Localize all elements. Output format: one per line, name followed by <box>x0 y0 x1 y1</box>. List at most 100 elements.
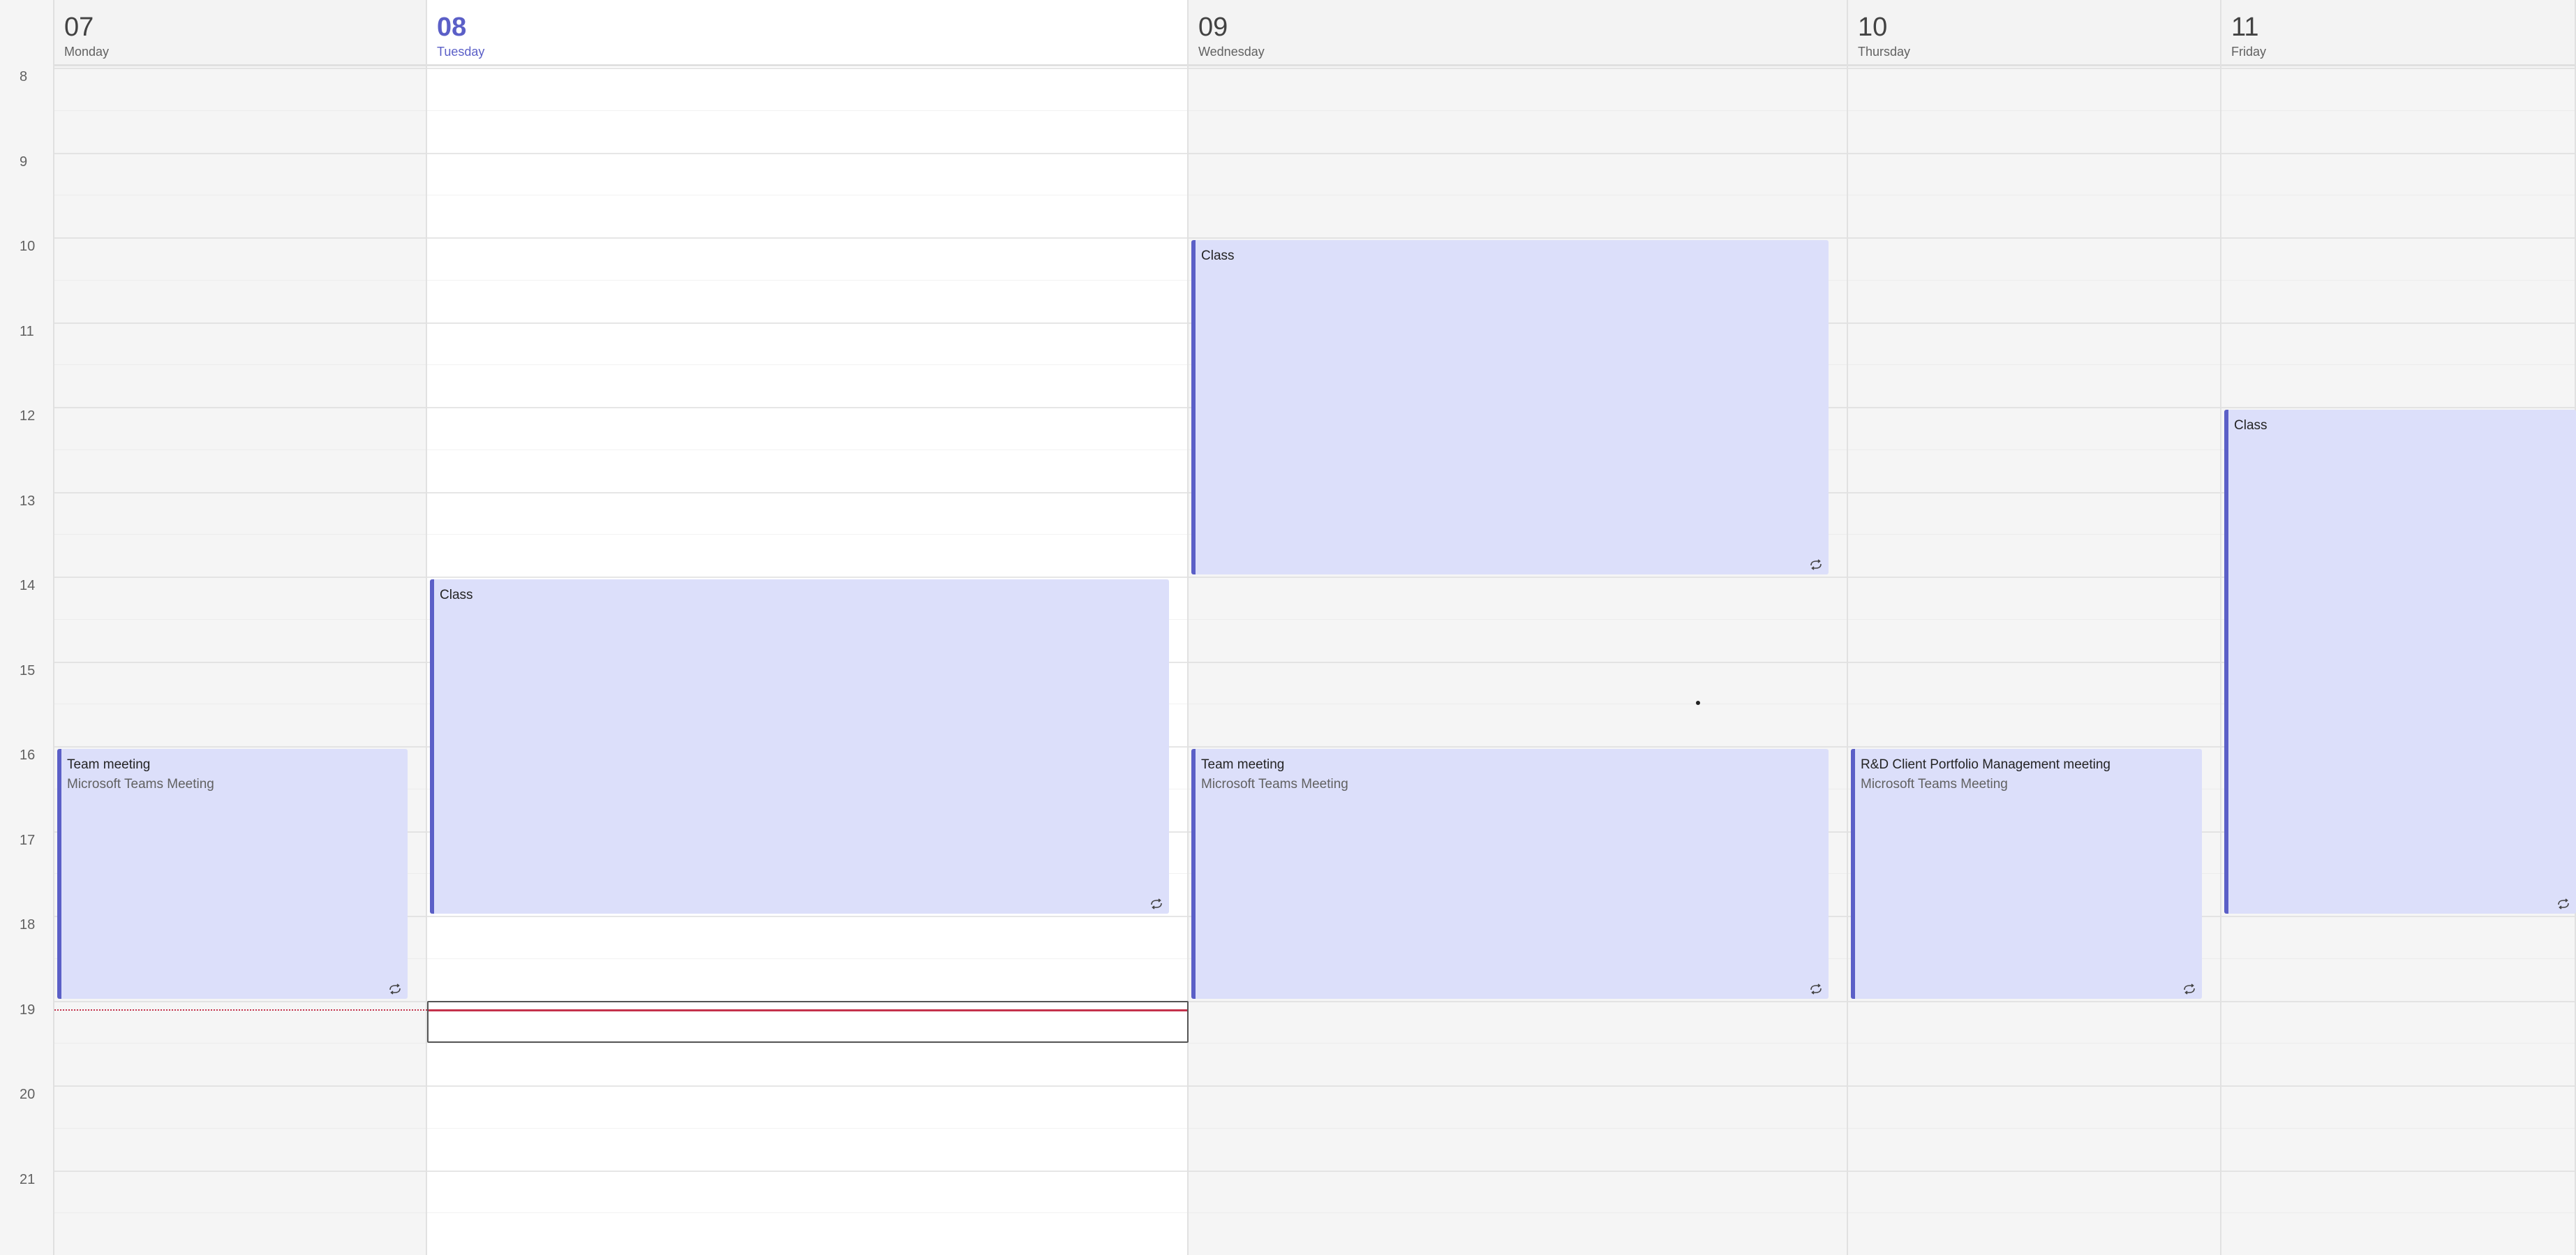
recurring-icon <box>2184 983 2195 995</box>
day-number: 10 <box>1858 13 1888 42</box>
event-title: Team meeting <box>67 757 151 772</box>
half-hour-gridline <box>54 364 426 366</box>
hour-label: 20 <box>20 1087 36 1102</box>
half-hour-gridline <box>1848 1212 2220 1214</box>
half-hour-gridline <box>1848 1043 2220 1044</box>
hour-gridline <box>54 661 426 663</box>
day-header[interactable]: 08 Tuesday <box>427 0 1187 66</box>
day-column-monday[interactable]: 07 Monday Team meeting Microsoft Teams Meet… <box>54 0 427 1255</box>
hour-label: 15 <box>20 662 36 678</box>
day-header[interactable]: 11 Friday <box>2221 0 2575 66</box>
half-hour-gridline <box>1189 618 1847 620</box>
event-title: R&D Client Portfolio Management meeting <box>1861 757 2111 772</box>
hour-gridline <box>1848 237 2220 239</box>
day-header[interactable]: 10 Thursday <box>1848 0 2220 66</box>
day-number: 07 <box>64 13 94 42</box>
hour-label: 11 <box>20 323 34 339</box>
hour-gridline <box>1189 577 1847 578</box>
day-name: Tuesday <box>437 45 485 59</box>
hour-gridline <box>2221 322 2575 324</box>
hour-gridline <box>1848 577 2220 578</box>
day-column-thursday[interactable]: 10 Thursday R&D Client Portfolio Managemen… <box>1848 0 2221 1255</box>
half-hour-gridline <box>427 1043 1187 1044</box>
half-hour-gridline <box>54 618 426 620</box>
hour-gridline <box>1848 322 2220 324</box>
half-hour-gridline <box>1189 1043 1847 1044</box>
hour-gridline <box>1189 68 1847 69</box>
half-hour-gridline <box>2221 1043 2575 1044</box>
half-hour-gridline <box>2221 958 2575 959</box>
half-hour-gridline <box>1848 534 2220 535</box>
calendar-event[interactable]: Team meeting Microsoft Teams Meeting <box>1191 749 1829 999</box>
hour-label: 19 <box>20 1002 36 1018</box>
hour-label: 9 <box>20 154 28 170</box>
event-subtitle: Microsoft Teams Meeting <box>67 777 214 792</box>
hour-gridline <box>1848 1170 2220 1172</box>
hour-gridline <box>1189 746 1847 748</box>
hour-label: 18 <box>20 917 36 933</box>
hour-gridline <box>1848 1085 2220 1087</box>
hour-label: 21 <box>20 1171 36 1187</box>
calendar-event[interactable]: Team meeting Microsoft Teams Meeting <box>57 749 408 999</box>
day-column-tuesday[interactable]: 08 Tuesday Class <box>427 0 1189 1255</box>
calendar-event[interactable]: Class <box>430 579 1169 914</box>
half-hour-gridline <box>2221 1127 2575 1129</box>
half-hour-gridline <box>1848 364 2220 366</box>
hour-label: 10 <box>20 239 36 254</box>
hour-label: 14 <box>20 578 36 593</box>
half-hour-gridline <box>54 534 426 535</box>
hour-gridline <box>1848 407 2220 408</box>
hour-gridline <box>54 1000 426 1002</box>
half-hour-gridline <box>1189 1127 1847 1129</box>
hour-gridline <box>54 68 426 69</box>
calendar-event[interactable]: R&D Client Portfolio Management meeting M… <box>1851 749 2202 999</box>
hour-gridline <box>427 916 1187 917</box>
half-hour-gridline <box>54 1127 426 1129</box>
hour-gridline <box>54 237 426 239</box>
selected-time-slot[interactable] <box>427 1000 1189 1044</box>
hour-gridline <box>427 491 1187 493</box>
hour-gridline <box>427 577 1187 578</box>
hour-gridline <box>1848 68 2220 69</box>
half-hour-gridline <box>427 958 1187 959</box>
hour-gridline <box>2221 916 2575 917</box>
half-hour-gridline <box>2221 1212 2575 1214</box>
day-number: 09 <box>1198 13 1228 42</box>
calendar-event[interactable]: Class <box>1191 240 1829 574</box>
hour-label: 13 <box>20 493 36 509</box>
hour-gridline <box>2221 152 2575 154</box>
recurring-icon <box>1810 559 1822 570</box>
hour-gridline <box>1189 661 1847 663</box>
hour-gridline <box>54 322 426 324</box>
day-header[interactable]: 07 Monday <box>54 0 426 66</box>
hour-gridline <box>1848 661 2220 663</box>
hour-gridline <box>1848 491 2220 493</box>
day-header[interactable]: 09 Wednesday <box>1189 0 1847 66</box>
calendar-week-view: 8 9 10 11 12 13 14 15 16 17 18 19 20 21 07 Monday Team … <box>0 0 2576 1255</box>
hour-gridline <box>2221 237 2575 239</box>
hour-gridline <box>427 237 1187 239</box>
half-hour-gridline <box>54 279 426 281</box>
day-column-friday[interactable]: 11 Friday Class <box>2221 0 2576 1255</box>
day-column-wednesday[interactable]: 09 Wednesday Class Team meeting Microsoft Te… <box>1189 0 1848 1255</box>
hour-label: 12 <box>20 408 36 424</box>
event-subtitle: Microsoft Teams Meeting <box>1201 777 1348 792</box>
hour-label: 17 <box>20 832 36 848</box>
half-hour-gridline <box>427 534 1187 535</box>
half-hour-gridline <box>1848 279 2220 281</box>
half-hour-gridline <box>2221 279 2575 281</box>
hour-gridline <box>54 1170 426 1172</box>
hour-gridline <box>54 746 426 748</box>
calendar-event[interactable]: Class <box>2224 410 2576 914</box>
event-title: Class <box>440 588 473 602</box>
half-hour-gridline <box>427 1127 1187 1129</box>
hour-gridline <box>1848 746 2220 748</box>
hour-gridline <box>1189 1170 1847 1172</box>
day-name: Thursday <box>1858 45 1911 59</box>
recurring-icon <box>389 983 401 995</box>
hour-gridline <box>1848 152 2220 154</box>
half-hour-gridline <box>1848 618 2220 620</box>
hour-gridline <box>2221 1000 2575 1002</box>
hour-label: 16 <box>20 748 36 763</box>
hour-gridline <box>1189 1000 1847 1002</box>
